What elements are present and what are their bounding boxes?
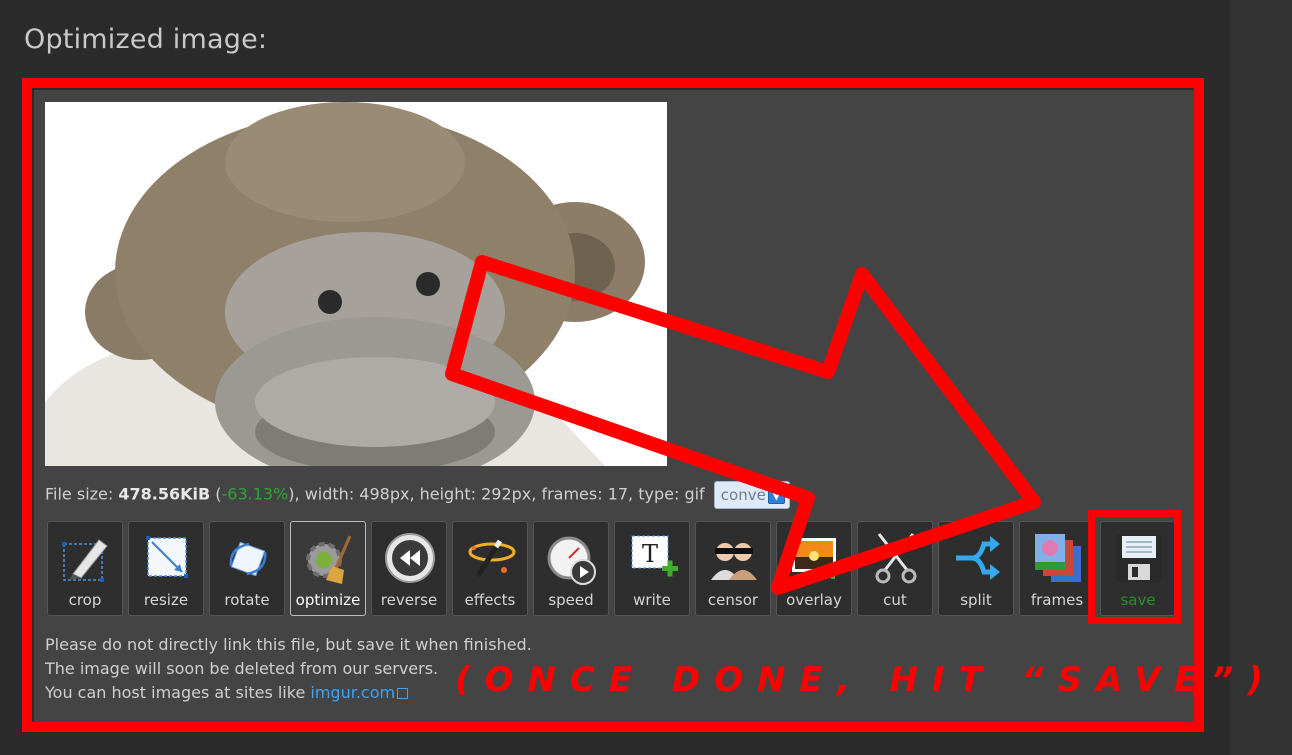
annotation-highlight-frame <box>22 78 1204 732</box>
right-sidebar-strip <box>1230 0 1292 755</box>
save-highlight-box <box>1088 510 1181 624</box>
page-title: Optimized image: <box>24 24 268 55</box>
annotation-text: (ONCE DONE, HIT “SAVE”) <box>455 660 1277 700</box>
